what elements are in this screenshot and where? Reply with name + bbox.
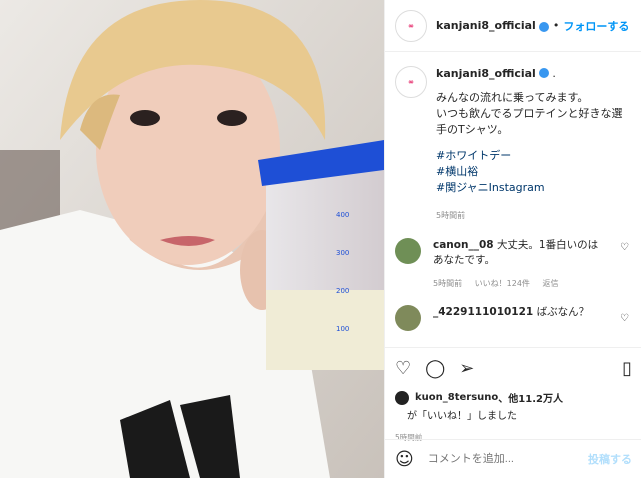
- header-username[interactable]: kanjani8_official: [436, 19, 536, 32]
- hashtag-link[interactable]: #ホワイトデー: [436, 148, 622, 164]
- caption-avatar[interactable]: ∞: [395, 66, 427, 98]
- liker-avatar[interactable]: [395, 390, 409, 405]
- post-photo[interactable]: 400 300 200 100: [0, 0, 384, 478]
- logo-icon: ∞: [399, 13, 423, 38]
- heart-icon[interactable]: ♡: [620, 242, 630, 253]
- cup-marks: 400 300 200 100: [336, 196, 349, 348]
- instagram-post: 400 300 200 100 ∞ kanjani8_official • フォ…: [0, 0, 641, 478]
- comment-text: ばぶなん？: [536, 306, 590, 318]
- comment-text-line2: あなたです。: [433, 254, 495, 266]
- post-actions: ♡ ◯ ➢ ▯ kuon_8tersuno 、他11.2万人 が「いいね！」しま…: [385, 347, 641, 443]
- post-side-panel: ∞ kanjani8_official • フォローする ∞ kanjani8_…: [384, 0, 641, 478]
- comment-input[interactable]: [425, 452, 580, 466]
- reply-button[interactable]: 返信: [542, 279, 558, 288]
- bookmark-icon[interactable]: ▯: [622, 358, 632, 379]
- caption-line: いつも飲んでるプロテインと好きな選: [436, 107, 623, 120]
- comment-username[interactable]: _4229111010121: [433, 306, 533, 318]
- share-icon[interactable]: ➢: [459, 358, 474, 379]
- liker-username[interactable]: kuon_8tersuno: [415, 392, 498, 403]
- caption-line: 手のTシャツ。: [436, 123, 509, 136]
- commenter-avatar[interactable]: [395, 238, 421, 264]
- separator-dot: •: [552, 19, 560, 32]
- action-icons: ♡ ◯ ➢ ▯: [395, 356, 632, 380]
- comment-box: ☺ 投稿する: [385, 439, 641, 478]
- like-icon[interactable]: ♡: [395, 358, 411, 379]
- caption-time: 5時間前: [436, 211, 466, 220]
- cup-mark: 200: [336, 287, 350, 295]
- emoji-icon[interactable]: ☺: [395, 449, 414, 470]
- cup-mark: 100: [336, 325, 350, 333]
- hashtag-list: #ホワイトデー #横山裕 #関ジャニInstagram: [436, 148, 622, 196]
- likes-count[interactable]: 、他11.2万人: [498, 390, 563, 405]
- hashtag-link[interactable]: #横山裕: [436, 164, 622, 180]
- account-avatar[interactable]: ∞: [395, 9, 427, 42]
- post-header: ∞ kanjani8_official • フォローする: [385, 0, 641, 52]
- comment-time: 5時間前: [433, 279, 463, 288]
- comment-item: _4229111010121 ばぶなん？ ♡: [385, 291, 641, 331]
- caption-after-verified: .: [552, 67, 556, 80]
- heart-icon[interactable]: ♡: [620, 313, 630, 324]
- caption: ∞ kanjani8_official . みんなの流れに乗ってみます。 いつも…: [385, 52, 641, 224]
- follow-button[interactable]: フォローする: [563, 18, 629, 34]
- comment-item: canon__08 大丈夫。1番白いのは あなたです。 5時間前 いいね！124…: [385, 224, 641, 291]
- caption-line: みんなの流れに乗ってみます。: [436, 91, 589, 104]
- comment-text: 大丈夫。1番白いのは: [496, 239, 599, 251]
- post-button[interactable]: 投稿する: [588, 451, 632, 467]
- comment-likes[interactable]: いいね！124件: [475, 279, 530, 288]
- cup-mark: 300: [336, 249, 350, 257]
- comment-icon[interactable]: ◯: [425, 358, 445, 379]
- photo-illustration: [0, 0, 384, 478]
- caption-username[interactable]: kanjani8_official: [436, 67, 536, 80]
- likes-line2: が「いいね！」しました: [407, 411, 517, 422]
- verified-icon: [538, 21, 549, 32]
- logo-icon: ∞: [399, 70, 423, 94]
- comment-meta: 5時間前 いいね！124件 返信: [433, 276, 603, 291]
- comment-username[interactable]: canon__08: [433, 239, 494, 251]
- hashtag-link[interactable]: #関ジャニInstagram: [436, 180, 622, 196]
- cup-mark: 400: [336, 211, 350, 219]
- caption-text: みんなの流れに乗ってみます。 いつも飲んでるプロテインと好きな選 手のTシャツ。: [436, 90, 622, 138]
- verified-icon: [538, 68, 549, 78]
- likes-line: kuon_8tersuno 、他11.2万人: [395, 390, 632, 405]
- commenter-avatar[interactable]: [395, 305, 421, 331]
- caption-body: kanjani8_official . みんなの流れに乗ってみます。 いつも飲ん…: [436, 66, 622, 224]
